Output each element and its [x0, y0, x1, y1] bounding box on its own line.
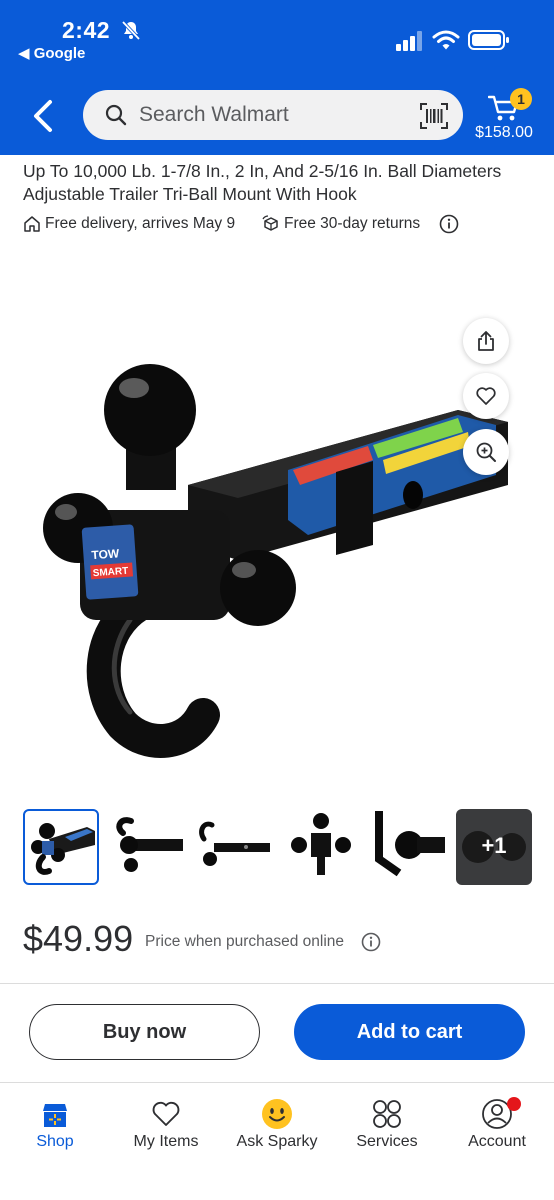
buy-now-button[interactable]: Buy now	[29, 1004, 260, 1060]
back-to-google-link[interactable]: ◀ Google	[18, 44, 85, 62]
wifi-icon	[432, 30, 460, 50]
returns-text: Free 30-day returns	[284, 215, 421, 232]
thumbnail-5[interactable]	[369, 809, 445, 885]
more-images-count: +1	[481, 833, 507, 858]
search-icon	[105, 104, 127, 126]
thumbnail-more[interactable]: +1	[456, 809, 532, 885]
thumbnail-1[interactable]	[23, 809, 99, 885]
brand-text-1: TOW	[91, 546, 120, 562]
app-header: 2:42 ◀ Google Search Walmart 1 $158.00	[0, 0, 554, 155]
divider	[0, 983, 554, 984]
sparky-icon	[262, 1099, 292, 1129]
tab-label: Ask Sparky	[236, 1133, 318, 1150]
large-ball	[104, 364, 196, 456]
product-title-line-1: Up To 10,000 Lb. 1-7/8 In., 2 In, And 2-…	[23, 161, 502, 181]
heart-icon	[152, 1101, 180, 1126]
heart-icon	[476, 387, 496, 405]
share-button[interactable]	[463, 318, 509, 364]
cart-count-badge: 1	[510, 88, 532, 110]
medium-ball	[220, 550, 296, 626]
tab-services[interactable]: Services	[337, 1094, 437, 1164]
return-box-icon	[262, 215, 278, 231]
account-notification-dot	[507, 1097, 521, 1111]
product-title-line-2: Adjustable Trailer Tri-Ball Mount With H…	[23, 184, 357, 204]
thumbnail-image	[291, 813, 351, 875]
search-input[interactable]	[139, 90, 409, 140]
battery-icon	[468, 30, 509, 50]
cart-button[interactable]: 1 $158.00	[472, 86, 536, 146]
zoom-in-icon	[476, 442, 496, 462]
cellular-signal-icon	[396, 31, 422, 51]
add-to-cart-button[interactable]: Add to cart	[294, 1004, 525, 1060]
home-icon	[24, 216, 40, 232]
tab-my-items[interactable]: My Items	[116, 1094, 216, 1164]
tab-label: Shop	[36, 1133, 74, 1150]
delivery-text: Free delivery, arrives May 9	[45, 215, 236, 232]
divider	[0, 1082, 554, 1083]
thumbnail-image	[31, 823, 95, 875]
tab-shop[interactable]: Shop	[5, 1094, 105, 1164]
zoom-button[interactable]	[463, 429, 509, 475]
bell-slash-icon	[121, 20, 141, 41]
cart-total: $158.00	[475, 124, 533, 141]
thumbnail-3[interactable]	[196, 809, 272, 885]
tow-smart-logo: TOW SMART	[81, 524, 139, 600]
tab-account[interactable]: Account	[447, 1094, 547, 1164]
barcode-scan-icon[interactable]	[419, 102, 449, 130]
favorite-button[interactable]	[463, 373, 509, 419]
product-price: $49.99	[23, 918, 134, 959]
search-bar[interactable]	[83, 90, 463, 140]
thumbnail-image	[369, 809, 445, 885]
price-info-icon[interactable]	[361, 932, 381, 952]
thumbnail-2[interactable]	[109, 809, 185, 885]
tab-label: My Items	[133, 1133, 199, 1150]
share-icon	[478, 331, 494, 351]
tow-hook	[86, 588, 220, 758]
product-image[interactable]: TOW SMART	[38, 350, 518, 760]
thumbnail-4[interactable]	[283, 809, 359, 885]
status-time: 2:42	[62, 17, 111, 43]
tab-label: Services	[356, 1133, 418, 1150]
tab-ask-sparky[interactable]: Ask Sparky	[227, 1094, 327, 1164]
back-arrow-icon[interactable]	[26, 96, 62, 136]
services-icon	[373, 1100, 401, 1128]
thumbnail-image	[199, 821, 270, 866]
shop-icon	[43, 1104, 67, 1127]
price-note: Price when purchased online	[145, 933, 345, 950]
returns-info-icon[interactable]	[439, 214, 459, 234]
hitch-shank	[188, 410, 508, 560]
tab-label: Account	[468, 1133, 526, 1150]
thumbnail-image	[116, 817, 183, 872]
